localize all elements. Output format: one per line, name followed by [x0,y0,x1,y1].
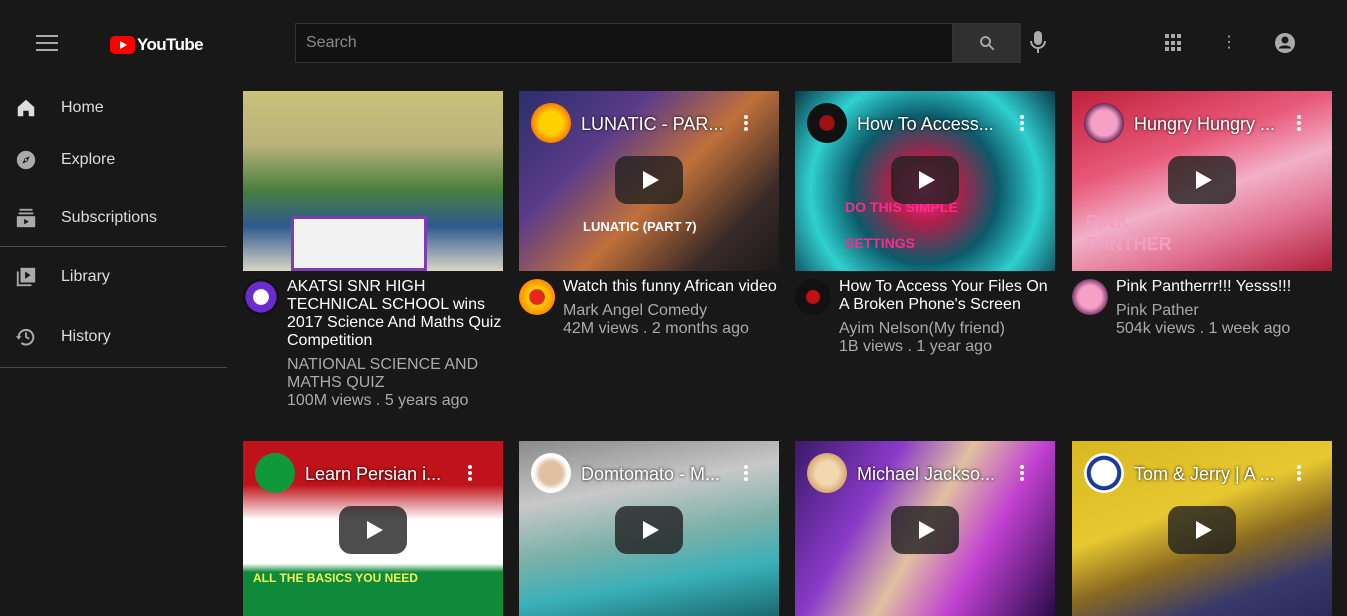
thumbnail-banner [291,216,427,271]
video-stats: 42M views . 2 months ago [563,320,749,337]
thumbnail-caption: LUNATIC (PART 7) [583,219,697,234]
apps-grid-icon[interactable] [1165,34,1183,52]
video-card: PINK PANTHER Hungry Hungry ... Pink Pant… [1072,91,1332,436]
video-title[interactable]: Watch this funny African video [563,278,779,296]
channel-avatar-small[interactable] [531,453,571,493]
play-button[interactable] [1168,156,1236,204]
home-icon [14,96,38,120]
menu-icon[interactable] [36,35,58,51]
video-meta: How To Access Your Files On A Broken Pho… [795,276,1055,436]
microphone-icon[interactable] [1029,29,1047,55]
settings-more-icon[interactable]: ⋮ [1221,33,1237,53]
play-button[interactable] [891,156,959,204]
more-options-icon[interactable] [465,463,475,485]
video-card: Tom & Jerry | A ... [1072,441,1332,616]
compass-icon [14,148,38,172]
channel-name[interactable]: Mark Angel Comedy [563,302,707,320]
sidebar-item-library[interactable]: Library [0,247,227,307]
subscriptions-icon [14,206,38,230]
youtube-logo[interactable]: YouTube [110,35,204,55]
channel-avatar[interactable] [519,279,555,315]
video-card: AKATSI SNR HIGH TECHNICAL SCHOOL wins 20… [243,91,503,436]
video-thumbnail[interactable] [243,91,503,271]
video-stats: 504k views . 1 week ago [1116,320,1291,337]
thumbnail-title: Learn Persian i... [305,464,442,484]
video-card: Domtomato - M... [519,441,779,616]
play-button[interactable] [891,506,959,554]
video-meta: Watch this funny African video Mark Ange… [519,276,779,436]
channel-avatar-small[interactable] [255,453,295,493]
sidebar-item-explore[interactable]: Explore [0,130,227,190]
video-title[interactable]: How To Access Your Files On A Broken Pho… [839,278,1055,314]
channel-avatar[interactable] [1072,279,1108,315]
search-input[interactable] [295,23,953,63]
video-thumbnail[interactable]: ALL THE BASICS YOU NEED Learn Persian i.… [243,441,503,616]
channel-name[interactable]: Pink Pather [1116,302,1199,320]
library-icon [14,265,38,289]
play-button[interactable] [1168,506,1236,554]
thumbnail-title: Domtomato - M... [581,464,721,484]
video-card: DO THIS SIMPLE SETTINGS How To Access...… [795,91,1055,436]
channel-avatar-small[interactable] [531,103,571,143]
thumbnail-title: LUNATIC - PAR... [581,114,724,134]
history-icon [14,325,38,349]
logo-text: YouTube [137,35,204,54]
youtube-play-logo-icon [110,36,135,54]
channel-name[interactable]: Ayim Nelson(My friend) [839,320,1005,338]
video-card: ALL THE BASICS YOU NEED Learn Persian i.… [243,441,503,616]
video-meta: AKATSI SNR HIGH TECHNICAL SCHOOL wins 20… [243,276,503,436]
channel-avatar-small[interactable] [807,453,847,493]
sidebar: Home Explore Subscriptions Library Histo… [0,86,227,368]
more-options-icon[interactable] [1294,463,1304,485]
video-card: Michael Jackso... [795,441,1055,616]
play-button[interactable] [339,506,407,554]
sidebar-item-home[interactable]: Home [0,86,227,130]
more-options-icon[interactable] [1017,463,1027,485]
sidebar-item-label: Home [61,99,104,116]
video-thumbnail[interactable]: PINK PANTHER Hungry Hungry ... [1072,91,1332,271]
channel-avatar[interactable] [243,279,279,315]
sidebar-item-subscriptions[interactable]: Subscriptions [0,190,227,246]
thumbnail-title: Michael Jackso... [857,464,996,484]
sidebar-divider [0,367,227,368]
channel-name[interactable]: NATIONAL SCIENCE AND MATHS QUIZ [287,356,503,392]
video-stats: 1B views . 1 year ago [839,338,992,355]
sidebar-item-label: Library [61,268,110,285]
video-title[interactable]: Pink Pantherrr!!! Yesss!!! [1116,278,1332,296]
video-thumbnail[interactable]: Tom & Jerry | A ... [1072,441,1332,616]
video-thumbnail[interactable]: Domtomato - M... [519,441,779,616]
video-thumbnail[interactable]: LUNATIC (PART 7) LUNATIC - PAR... [519,91,779,271]
thumbnail-title: Tom & Jerry | A ... [1134,464,1275,484]
thumbnail-caption: ALL THE BASICS YOU NEED [253,571,418,585]
sidebar-item-label: Subscriptions [61,209,158,226]
sidebar-item-label: History [61,328,111,345]
account-icon[interactable] [1274,32,1296,54]
search-icon [979,36,994,51]
search-button[interactable] [952,23,1021,63]
thumbnail-title: Hungry Hungry ... [1134,114,1276,134]
more-options-icon[interactable] [741,463,751,485]
video-thumbnail[interactable]: Michael Jackso... [795,441,1055,616]
thumbnail-caption: PINK PANTHER [1086,212,1172,254]
play-button[interactable] [615,506,683,554]
video-meta: Pink Pantherrr!!! Yesss!!! Pink Pather 5… [1072,276,1332,436]
more-options-icon[interactable] [1017,113,1027,135]
sidebar-item-history[interactable]: History [0,307,227,367]
sidebar-item-label: Explore [61,151,116,168]
video-stats: 100M views . 5 years ago [287,392,469,409]
top-bar: YouTube ⋮ [0,0,1347,86]
channel-avatar[interactable] [795,279,831,315]
channel-avatar-small[interactable] [807,103,847,143]
more-options-icon[interactable] [1294,113,1304,135]
channel-avatar-small[interactable] [1084,453,1124,493]
thumbnail-title: How To Access... [857,114,994,134]
video-thumbnail[interactable]: DO THIS SIMPLE SETTINGS How To Access... [795,91,1055,271]
play-button[interactable] [615,156,683,204]
channel-avatar-small[interactable] [1084,103,1124,143]
more-options-icon[interactable] [741,113,751,135]
video-title[interactable]: AKATSI SNR HIGH TECHNICAL SCHOOL wins 20… [287,278,503,350]
video-card: LUNATIC (PART 7) LUNATIC - PAR... Watch … [519,91,779,436]
